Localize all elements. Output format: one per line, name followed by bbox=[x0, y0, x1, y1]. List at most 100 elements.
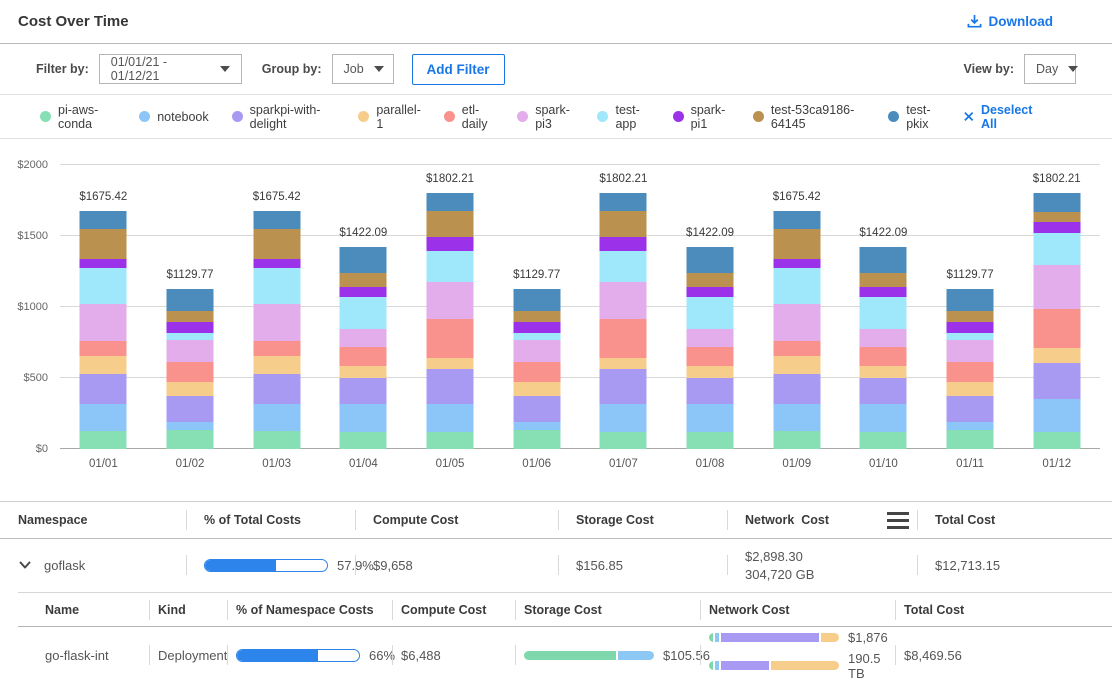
bar-segment-test-53ca9186-64145[interactable] bbox=[600, 211, 647, 238]
bar-segment-spark-pi3[interactable] bbox=[427, 282, 474, 320]
bar-segment-test-53ca9186-64145[interactable] bbox=[513, 311, 560, 323]
bar-segment-notebook[interactable] bbox=[860, 404, 907, 432]
bar-segment-spark-pi3[interactable] bbox=[167, 340, 214, 362]
bar-segment-sparkpi-with-delight[interactable] bbox=[167, 396, 214, 422]
bar-segment-test-53ca9186-64145[interactable] bbox=[860, 273, 907, 287]
group-by-dropdown[interactable]: Job bbox=[332, 54, 394, 84]
bar-segment-pi-aws-conda[interactable] bbox=[687, 432, 734, 449]
bar-segment-sparkpi-with-delight[interactable] bbox=[947, 396, 994, 422]
bar-segment-pi-aws-conda[interactable] bbox=[947, 430, 994, 449]
bar-segment-test-app[interactable] bbox=[687, 297, 734, 329]
bar-segment-parallel-1[interactable] bbox=[80, 356, 127, 374]
bar-segment-test-app[interactable] bbox=[947, 333, 994, 340]
bar-segment-test-pkix[interactable] bbox=[687, 247, 734, 272]
bar-segment-pi-aws-conda[interactable] bbox=[340, 432, 387, 449]
bar-segment-spark-pi1[interactable] bbox=[253, 259, 300, 268]
bar-segment-pi-aws-conda[interactable] bbox=[1033, 432, 1080, 449]
bar-segment-notebook[interactable] bbox=[253, 404, 300, 431]
bar-segment-spark-pi3[interactable] bbox=[947, 340, 994, 362]
bar-segment-pi-aws-conda[interactable] bbox=[80, 431, 127, 449]
bar-segment-test-pkix[interactable] bbox=[600, 193, 647, 210]
bar-segment-test-53ca9186-64145[interactable] bbox=[80, 229, 127, 259]
bar-segment-sparkpi-with-delight[interactable] bbox=[340, 378, 387, 404]
bar-segment-test-pkix[interactable] bbox=[773, 211, 820, 229]
bar-segment-etl-daily[interactable] bbox=[340, 347, 387, 366]
menu-icon[interactable] bbox=[887, 512, 909, 529]
bar-segment-notebook[interactable] bbox=[687, 404, 734, 432]
bar-segment-test-app[interactable] bbox=[427, 251, 474, 282]
legend-item-pi-aws-conda[interactable]: pi-aws-conda bbox=[40, 103, 116, 131]
legend-item-parallel-1[interactable]: parallel-1 bbox=[358, 103, 420, 131]
bar-segment-spark-pi3[interactable] bbox=[253, 304, 300, 342]
bar-segment-pi-aws-conda[interactable] bbox=[773, 431, 820, 449]
bar-segment-test-53ca9186-64145[interactable] bbox=[947, 311, 994, 323]
bar-segment-parallel-1[interactable] bbox=[1033, 348, 1080, 363]
bar-segment-spark-pi3[interactable] bbox=[773, 304, 820, 342]
bar-segment-test-53ca9186-64145[interactable] bbox=[773, 229, 820, 259]
bar-segment-test-pkix[interactable] bbox=[340, 247, 387, 272]
bar-segment-notebook[interactable] bbox=[513, 422, 560, 430]
bar-segment-notebook[interactable] bbox=[1033, 399, 1080, 432]
bar-segment-notebook[interactable] bbox=[340, 404, 387, 432]
legend-item-spark-pi3[interactable]: spark-pi3 bbox=[517, 103, 574, 131]
bar-segment-etl-daily[interactable] bbox=[1033, 309, 1080, 348]
bar-segment-sparkpi-with-delight[interactable] bbox=[860, 378, 907, 404]
bar-segment-sparkpi-with-delight[interactable] bbox=[253, 374, 300, 404]
bar-segment-spark-pi1[interactable] bbox=[687, 287, 734, 298]
bar-segment-test-pkix[interactable] bbox=[513, 289, 560, 311]
bar-segment-parallel-1[interactable] bbox=[947, 382, 994, 396]
bar-segment-parallel-1[interactable] bbox=[513, 382, 560, 396]
bar-segment-spark-pi1[interactable] bbox=[600, 237, 647, 250]
legend-item-test-pkix[interactable]: test-pkix bbox=[888, 103, 941, 131]
bar-segment-notebook[interactable] bbox=[773, 404, 820, 431]
legend-item-notebook[interactable]: notebook bbox=[139, 110, 208, 124]
bar-segment-etl-daily[interactable] bbox=[80, 341, 127, 355]
bar-segment-test-pkix[interactable] bbox=[427, 193, 474, 210]
bar-segment-sparkpi-with-delight[interactable] bbox=[600, 369, 647, 404]
bar-segment-test-53ca9186-64145[interactable] bbox=[1033, 212, 1080, 222]
bar-segment-spark-pi3[interactable] bbox=[860, 329, 907, 347]
bar-segment-sparkpi-with-delight[interactable] bbox=[513, 396, 560, 422]
bar-segment-test-app[interactable] bbox=[340, 297, 387, 329]
bar-segment-test-pkix[interactable] bbox=[1033, 193, 1080, 212]
bar-segment-test-pkix[interactable] bbox=[947, 289, 994, 311]
bar-segment-test-pkix[interactable] bbox=[80, 211, 127, 229]
bar-segment-test-app[interactable] bbox=[513, 333, 560, 340]
bar-segment-test-53ca9186-64145[interactable] bbox=[167, 311, 214, 323]
legend-item-test-app[interactable]: test-app bbox=[597, 103, 649, 131]
bar-segment-sparkpi-with-delight[interactable] bbox=[773, 374, 820, 404]
bar-segment-pi-aws-conda[interactable] bbox=[253, 431, 300, 449]
deselect-all-button[interactable]: Deselect All bbox=[964, 103, 1042, 131]
bar-segment-pi-aws-conda[interactable] bbox=[427, 432, 474, 449]
bar-segment-test-app[interactable] bbox=[773, 268, 820, 303]
bar-segment-test-53ca9186-64145[interactable] bbox=[427, 211, 474, 238]
bar-segment-spark-pi3[interactable] bbox=[80, 304, 127, 342]
bar-segment-notebook[interactable] bbox=[427, 404, 474, 432]
bar-segment-spark-pi1[interactable] bbox=[427, 237, 474, 250]
bar-segment-notebook[interactable] bbox=[80, 404, 127, 431]
bar-segment-spark-pi3[interactable] bbox=[340, 329, 387, 347]
bar-segment-spark-pi1[interactable] bbox=[860, 287, 907, 298]
view-by-dropdown[interactable]: Day bbox=[1024, 54, 1076, 84]
bar-segment-sparkpi-with-delight[interactable] bbox=[80, 374, 127, 404]
bar-segment-etl-daily[interactable] bbox=[600, 319, 647, 357]
bar-segment-etl-daily[interactable] bbox=[513, 362, 560, 381]
bar-segment-spark-pi3[interactable] bbox=[513, 340, 560, 362]
bar-segment-test-app[interactable] bbox=[1033, 233, 1080, 265]
add-filter-button[interactable]: Add Filter bbox=[412, 54, 505, 85]
bar-segment-spark-pi1[interactable] bbox=[513, 322, 560, 333]
bar-segment-pi-aws-conda[interactable] bbox=[167, 430, 214, 449]
legend-item-test-53ca9186-64145[interactable]: test-53ca9186-64145 bbox=[753, 103, 865, 131]
bar-segment-pi-aws-conda[interactable] bbox=[860, 432, 907, 449]
bar-segment-etl-daily[interactable] bbox=[167, 362, 214, 381]
bar-segment-etl-daily[interactable] bbox=[427, 319, 474, 357]
chevron-down-icon[interactable] bbox=[18, 558, 32, 572]
bar-segment-test-app[interactable] bbox=[860, 297, 907, 329]
bar-segment-test-pkix[interactable] bbox=[167, 289, 214, 311]
bar-segment-test-pkix[interactable] bbox=[253, 211, 300, 229]
bar-segment-notebook[interactable] bbox=[947, 422, 994, 430]
bar-segment-test-app[interactable] bbox=[167, 333, 214, 340]
bar-segment-test-53ca9186-64145[interactable] bbox=[687, 273, 734, 287]
bar-segment-parallel-1[interactable] bbox=[600, 358, 647, 370]
bar-segment-spark-pi3[interactable] bbox=[687, 329, 734, 347]
